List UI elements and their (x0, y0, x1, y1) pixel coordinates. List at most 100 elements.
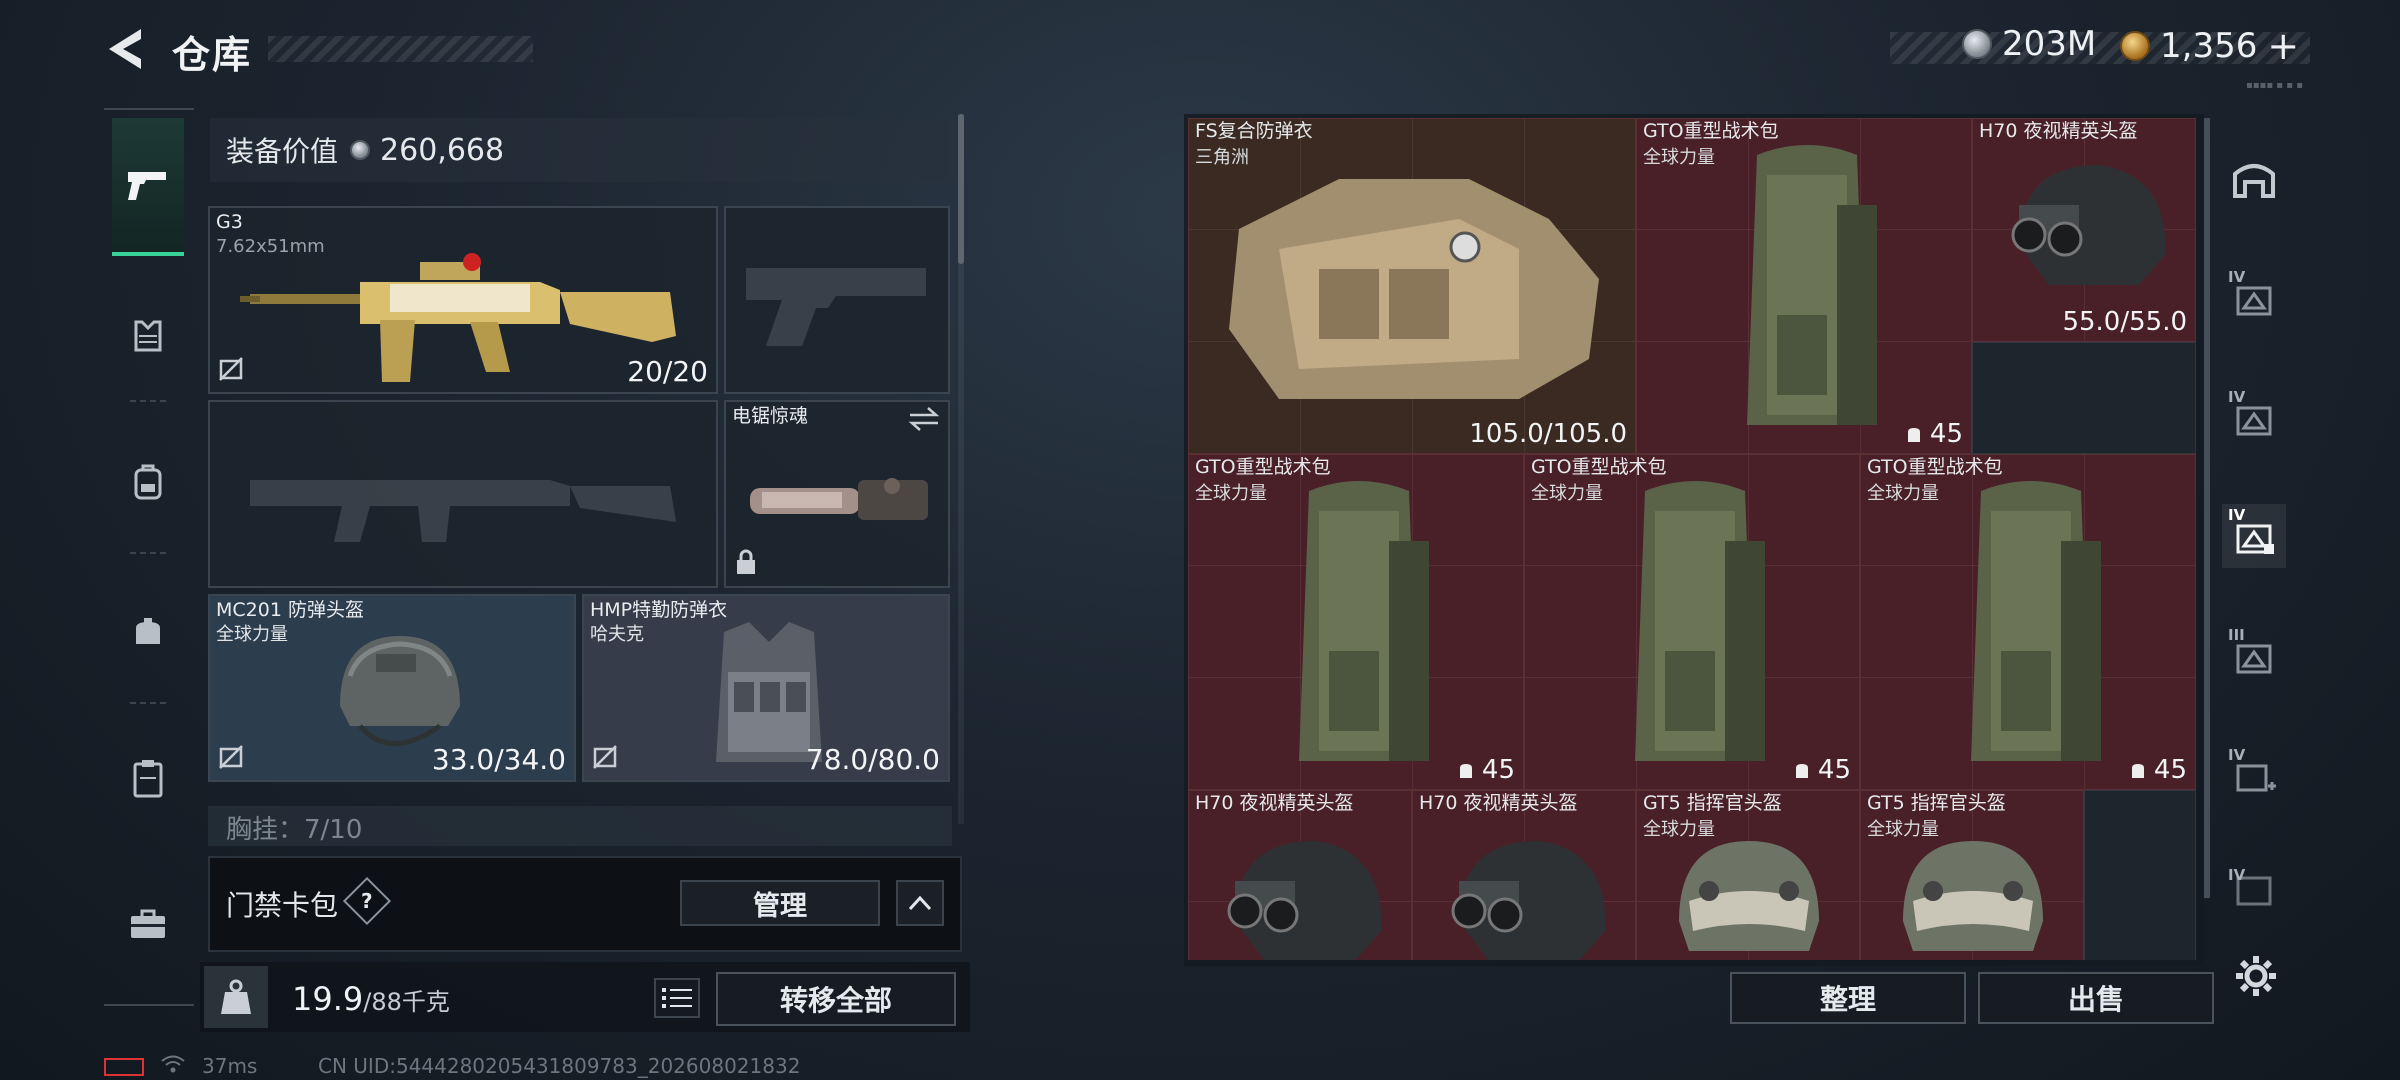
pistol-icon (128, 172, 166, 200)
nav-case[interactable] (112, 742, 184, 814)
equipment-value-label: 装备价值 (226, 135, 339, 168)
item-capacity: 45 (1456, 755, 1515, 785)
backpack-icon (1635, 481, 1765, 761)
weight-readout: 19.9/88千克 (292, 980, 450, 1018)
lock-icon (734, 548, 758, 580)
list-view-button[interactable] (654, 978, 700, 1018)
nav-top-divider (104, 108, 194, 110)
title-decoration (268, 36, 533, 62)
tier-label: IV (2228, 866, 2246, 884)
nav-separator (130, 552, 166, 554)
briefcase-icon (131, 909, 165, 938)
weapon-ammo: 20/20 (627, 355, 708, 388)
grid-empty-cell (2084, 790, 2196, 960)
gold-coin-icon (2120, 31, 2150, 61)
sidearm-slot[interactable] (724, 206, 950, 394)
helmet-faction: 全球力量 (216, 624, 288, 645)
sort-button[interactable]: 整理 (1730, 972, 1966, 1024)
help-icon: ? (361, 888, 373, 913)
weight-icon (221, 979, 251, 1014)
item-name: GT5 指挥官头盔 (1643, 792, 1782, 814)
grid-item-h70-helmet[interactable]: H70 夜视精英头盔 (1188, 790, 1412, 960)
equipment-value-amount: 260,668 (380, 132, 505, 168)
capacity-icon (1459, 764, 1472, 778)
silver-coin-icon (1962, 29, 1992, 59)
silver-coin-icon (350, 140, 371, 160)
ping: 37ms (202, 1054, 258, 1078)
gold-amount: 1,356 (2160, 26, 2258, 66)
grid-item-h70-helmet[interactable]: H70 夜视精英头盔 (1412, 790, 1636, 960)
rail-container-2[interactable]: IV (2222, 386, 2286, 450)
equipment-value: 260,668 (350, 133, 504, 168)
grid-item-gt5-helmet[interactable]: GT5 指挥官头盔 全球力量 (1860, 790, 2084, 960)
grid-scrollbar[interactable] (2204, 118, 2210, 898)
grid-item-gto-backpack[interactable]: GTO重型战术包 全球力量 45 (1860, 454, 2196, 790)
item-capacity: 45 (1792, 755, 1851, 785)
armor-durability: 78.0/80.0 (805, 743, 940, 776)
transfer-all-button[interactable]: 转移全部 (716, 972, 956, 1026)
nav-bottom-divider (104, 1004, 194, 1006)
pouch-icon (136, 618, 160, 644)
rail-container-4[interactable]: III (2222, 624, 2286, 688)
gear-icon (2236, 956, 2276, 996)
weapon-name: G3 (216, 211, 243, 233)
grid-item-gto-backpack[interactable]: GTO重型战术包 全球力量 45 (1524, 454, 1860, 790)
grid-item-gto-backpack[interactable]: GTO重型战术包 全球力量 45 (1188, 454, 1524, 790)
primary-weapon-slot[interactable]: G3 7.62x51mm 20/20 (208, 206, 718, 394)
nav-toolbox[interactable] (112, 888, 184, 960)
equipment-value-header: 装备价值 260,668 (210, 118, 950, 182)
weight-lock-button[interactable] (204, 966, 268, 1028)
nightvision-helmet-icon (1227, 841, 1382, 960)
keycard-label: 门禁卡包 (226, 889, 339, 922)
collapse-button[interactable] (896, 880, 944, 926)
chest-rig-header[interactable]: 胸挂：7/10 (208, 806, 952, 846)
gold-currency: 1,356 + (2120, 24, 2299, 68)
melee-slot[interactable]: 电锯惊魂 (724, 400, 950, 588)
nav-backpack[interactable] (112, 446, 184, 518)
warehouse-icon (2233, 164, 2275, 198)
rail-container-3[interactable]: IV (2222, 504, 2286, 568)
backpack-icon (1747, 145, 1877, 425)
grid-item-h70-helmet[interactable]: H70 夜视精英头盔 55.0/55.0 (1972, 118, 2196, 342)
backpack-icon (1299, 481, 1429, 761)
helmet-slot[interactable]: MC201 防弹头盔 全球力量 33.0/34.0 (208, 594, 576, 782)
nav-bag[interactable] (112, 596, 184, 668)
rail-container-1[interactable]: IV (2222, 266, 2286, 330)
item-sub: 全球力量 (1643, 147, 1715, 168)
armor-slot[interactable]: HMP特勤防弹衣 哈夫克 78.0/80.0 (582, 594, 950, 782)
no-insurance-icon (218, 356, 244, 386)
rail-container-add[interactable]: IV (2222, 744, 2286, 808)
settings-button[interactable] (2230, 950, 2282, 1002)
item-sub: 全球力量 (1531, 483, 1603, 504)
nav-separator (130, 400, 166, 402)
helmet-durability: 33.0/34.0 (431, 743, 566, 776)
item-capacity: 45 (1904, 419, 1963, 449)
nav-weapons[interactable] (112, 118, 184, 256)
item-sub: 全球力量 (1867, 483, 1939, 504)
rail-storage-home[interactable] (2222, 148, 2286, 212)
chest-rig-label: 胸挂：7/10 (226, 815, 363, 845)
grid-item-fs-armor[interactable]: FS复合防弹衣 三角洲 105.0/105.0 (1188, 118, 1636, 454)
capacity-icon (1795, 764, 1808, 778)
item-name: H70 夜视精英头盔 (1419, 792, 1578, 814)
rail-container-6[interactable]: IV (2222, 864, 2286, 912)
weight-max: /88千克 (363, 988, 450, 1016)
secondary-weapon-slot[interactable] (208, 400, 718, 588)
nightvision-helmet-icon (2011, 165, 2166, 285)
nav-armor[interactable] (112, 300, 184, 372)
grid-item-gto-backpack[interactable]: GTO重型战术包 全球力量 45 (1636, 118, 1972, 454)
item-sub: 全球力量 (1195, 483, 1267, 504)
grid-item-gt5-helmet[interactable]: GT5 指挥官头盔 全球力量 (1636, 790, 1860, 960)
item-name: FS复合防弹衣 (1195, 120, 1313, 142)
chainsaw-icon (750, 478, 928, 520)
swap-icon[interactable] (908, 406, 940, 436)
left-scrollbar-thumb[interactable] (958, 114, 964, 264)
back-button[interactable] (100, 24, 150, 74)
capacity-value: 45 (1817, 755, 1851, 785)
sell-button[interactable]: 出售 (1978, 972, 2214, 1024)
manage-button[interactable]: 管理 (680, 880, 880, 926)
tier-label: IV (2228, 506, 2246, 524)
tier-label: III (2228, 626, 2245, 644)
add-currency-button[interactable]: + (2267, 24, 2299, 68)
storage-grid: FS复合防弹衣 三角洲 105.0/105.0 GTO重型战术包 全球力量 45… (1188, 118, 2200, 960)
